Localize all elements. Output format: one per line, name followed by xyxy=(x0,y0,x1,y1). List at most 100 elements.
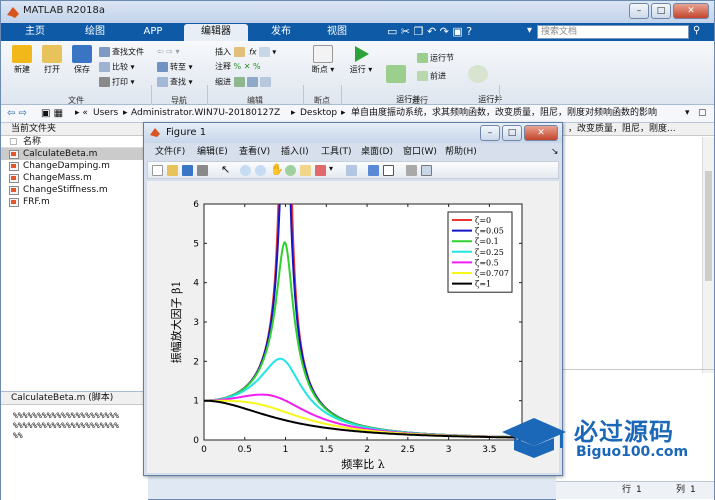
path-segment-folder[interactable]: 单自由度振动系统，求其频响函数，改变质量，阻尼，刚度对频响函数的影响 xyxy=(351,105,681,122)
dock-icon[interactable]: ↘ xyxy=(551,145,559,159)
pointer-icon[interactable]: ↖ xyxy=(221,163,230,176)
save-label: 保存 xyxy=(74,65,90,74)
goto-button[interactable]: 转至 ▾ xyxy=(157,62,193,73)
details-preview: %%%%%%%%%%%%%%%%%%%%%% %%%%%%%%%%%%%%%%%… xyxy=(1,405,148,441)
brush-icon[interactable] xyxy=(315,165,326,176)
tab-view[interactable]: 视图 xyxy=(307,24,367,41)
compare-button[interactable]: 比较 ▾ xyxy=(99,62,135,73)
run-group-label: 运行 xyxy=(412,96,428,105)
insert-button[interactable]: 插入 fx ▾ xyxy=(215,47,276,58)
menu-desktop[interactable]: 桌面(D) xyxy=(361,145,393,159)
search-icon[interactable]: ⚲ xyxy=(693,25,700,36)
menu-window[interactable]: 窗口(W) xyxy=(403,145,437,159)
vertical-scrollbar[interactable] xyxy=(702,137,714,373)
rotate-icon[interactable] xyxy=(285,165,296,176)
menu-file[interactable]: 文件(F) xyxy=(155,145,185,159)
brush-dropdown-icon[interactable]: ▾ xyxy=(329,164,333,173)
open-file-icon[interactable] xyxy=(167,165,178,176)
divider xyxy=(556,369,714,370)
new-icon xyxy=(12,45,32,63)
close-button[interactable]: ✕ xyxy=(673,3,709,19)
hide-tools-icon[interactable] xyxy=(406,165,417,176)
path-segment-user[interactable]: Administrator.WIN7U-20180127Z xyxy=(131,105,280,122)
title-bar: MATLAB R2018a – □ ✕ xyxy=(1,1,714,23)
print-button[interactable]: 打印 ▾ xyxy=(99,77,135,88)
path-dropdown-icon[interactable]: ▾ xyxy=(685,105,690,122)
maximize-button[interactable]: □ xyxy=(651,3,671,19)
pan-icon[interactable]: ✋ xyxy=(270,163,284,176)
advance-button[interactable]: 前进 xyxy=(417,71,446,82)
breakpoints-button[interactable]: 断点 ▾ xyxy=(307,45,339,75)
insert-legend-icon[interactable] xyxy=(383,165,394,176)
column-header-name[interactable]: ▢ 名称 xyxy=(1,136,147,148)
file-row[interactable]: CalculateBeta.m xyxy=(1,148,147,160)
file-name: ChangeMass.m xyxy=(23,173,92,183)
path-segment-desktop[interactable]: Desktop xyxy=(300,105,337,122)
tab-apps[interactable]: APP xyxy=(123,24,183,41)
file-row[interactable]: ChangeMass.m xyxy=(1,172,147,184)
legend-label: ζ=0.5 xyxy=(475,258,499,267)
zoom-in-icon[interactable] xyxy=(240,165,251,176)
breakpoints-label: 断点 xyxy=(311,65,328,74)
path-segment-users[interactable]: Users xyxy=(93,105,118,122)
save-figure-icon[interactable] xyxy=(182,165,193,176)
fx-button[interactable]: fx xyxy=(249,48,257,57)
open-button[interactable]: 打开 xyxy=(39,45,65,75)
file-row[interactable]: ChangeStiffness.m xyxy=(1,184,147,196)
run-button[interactable]: 运行 ▾ xyxy=(347,45,375,75)
figure-minimize-button[interactable]: – xyxy=(480,125,500,141)
figure-maximize-button[interactable]: □ xyxy=(502,125,522,141)
figure-close-button[interactable]: ✕ xyxy=(524,125,558,141)
show-tools-icon[interactable] xyxy=(421,165,432,176)
back-nav-button[interactable]: ⇦ ⇨ ▾ xyxy=(157,47,180,57)
insert-colorbar-icon[interactable] xyxy=(368,165,379,176)
indent-more-icon xyxy=(246,77,258,87)
find-files-button[interactable]: 查找文件 xyxy=(99,47,144,58)
print-figure-icon[interactable] xyxy=(197,165,208,176)
scrollbar-thumb[interactable] xyxy=(705,171,712,281)
quick-access-dropdown-icon[interactable]: ▾ xyxy=(527,25,532,36)
path-separator-icon: ▸ xyxy=(291,108,296,118)
watermark-title: 必过源码 xyxy=(574,418,674,446)
path-root-icon[interactable]: ▸ « xyxy=(75,105,88,122)
x-axis-label: 频率比 λ xyxy=(341,457,384,471)
tab-publish[interactable]: 发布 xyxy=(251,24,311,41)
tab-home[interactable]: 主页 xyxy=(5,24,65,41)
search-docs-input[interactable]: 搜索文档 xyxy=(537,25,689,39)
figure-title-bar: Figure 1 – □ ✕ xyxy=(144,123,562,143)
y-tick-label: 3 xyxy=(193,318,199,328)
menu-insert[interactable]: 插入(I) xyxy=(281,145,309,159)
menu-view[interactable]: 查看(V) xyxy=(239,145,270,159)
comment-button[interactable]: 注释 % ✕ % xyxy=(215,62,261,72)
find-button[interactable]: 查找 ▾ xyxy=(157,77,193,88)
menu-help[interactable]: 帮助(H) xyxy=(445,145,477,159)
menu-edit[interactable]: 编辑(E) xyxy=(197,145,228,159)
minimize-button[interactable]: – xyxy=(629,3,649,19)
folder-up-icon[interactable]: ▣ ▦ xyxy=(41,105,63,122)
watermark-url: Biguo100.com xyxy=(576,444,689,460)
file-row[interactable]: ChangeDamping.m xyxy=(1,160,147,172)
quick-access-icons[interactable]: ▭ ✂ ❐ ↶ ↷ ▣ ? xyxy=(387,25,472,38)
path-browse-icon[interactable]: ▢ xyxy=(698,105,707,122)
file-name: ChangeStiffness.m xyxy=(23,185,108,195)
run-section-button[interactable]: 运行节 xyxy=(417,53,454,64)
ribbon: 新建 打开 保存 查找文件 比较 ▾ 打印 ▾ 文件 ⇦ ⇨ ▾ 转至 ▾ 查找… xyxy=(1,41,714,143)
new-button[interactable]: 新建 xyxy=(9,45,35,75)
breakpoints-group-label: 断点 xyxy=(314,96,330,105)
tab-plots[interactable]: 绘图 xyxy=(65,24,125,41)
nav-arrows-icon[interactable]: ⇦ ⇨ xyxy=(7,105,27,122)
path-separator-icon: ▸ xyxy=(123,108,128,118)
y-tick-label: 2 xyxy=(193,357,199,367)
col-label: 列 xyxy=(676,485,686,495)
m-file-icon xyxy=(9,162,19,171)
new-figure-icon[interactable] xyxy=(152,165,163,176)
link-plot-icon[interactable] xyxy=(346,165,357,176)
figure-toolbar: ↖ ✋ ▾ xyxy=(147,161,559,179)
indent-button[interactable]: 缩进 xyxy=(215,77,273,88)
save-button[interactable]: 保存 xyxy=(69,45,95,75)
tab-editor[interactable]: 编辑器 xyxy=(184,24,248,41)
menu-tools[interactable]: 工具(T) xyxy=(321,145,352,159)
data-cursor-icon[interactable] xyxy=(300,165,311,176)
file-row[interactable]: FRF.m xyxy=(1,196,147,208)
zoom-out-icon[interactable] xyxy=(255,165,266,176)
